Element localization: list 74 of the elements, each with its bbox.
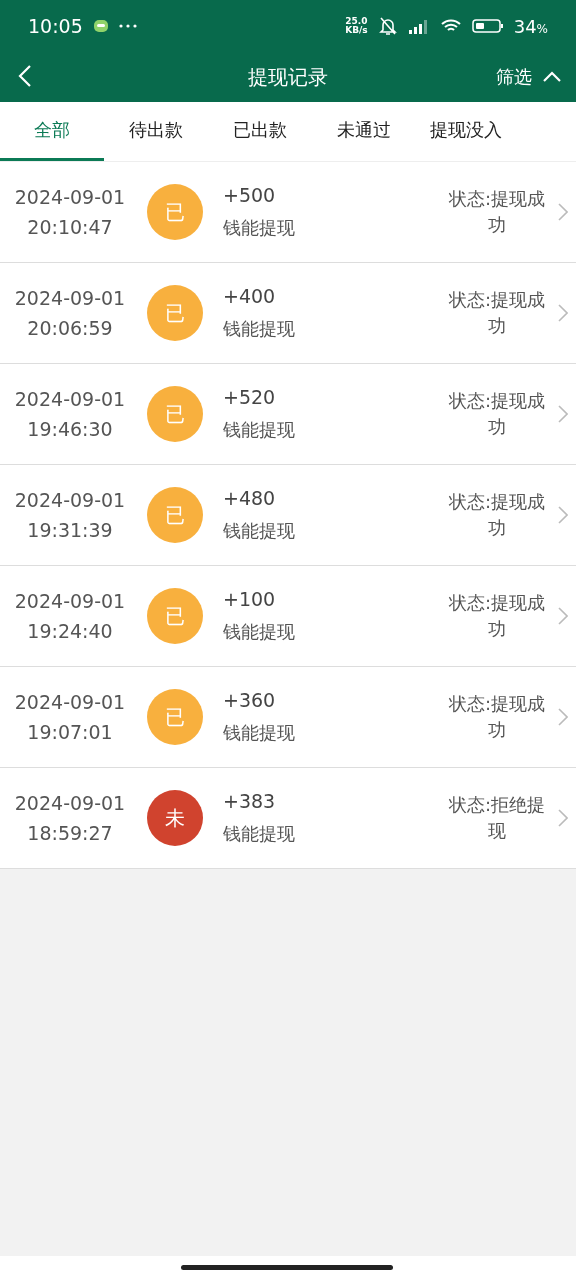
filter-tab[interactable]: 未通过 [312,102,416,161]
amount: +360 [223,689,277,711]
filter-tab[interactable]: 提现没入 [416,102,516,161]
record-row[interactable]: 2024-09-01 19:24:40 已 +100 钱能提现 状态:提现成功 [0,566,576,667]
record-type: 钱能提现 [223,721,296,745]
status-badge: 未 [147,790,203,846]
page-title: 提现记录 [248,64,328,89]
record-status: 状态:提现成功 [447,490,547,540]
record-row[interactable]: 2024-09-01 20:10:47 已 +500 钱能提现 状态:提现成功 [0,162,576,263]
caret-up-icon [542,71,562,83]
record-date: 2024-09-01 [14,489,126,511]
speed-unit: KB/s [345,26,368,35]
chevron-right-icon [558,506,568,524]
record-date: 2024-09-01 [14,792,126,814]
bell-muted-icon [377,16,398,36]
record-type: 钱能提现 [223,317,296,341]
record-time: 19:46:30 [27,418,113,440]
record-type: 钱能提现 [223,620,296,644]
record-date: 2024-09-01 [14,388,126,410]
record-date: 2024-09-01 [14,590,126,612]
record-type: 钱能提现 [223,519,296,543]
record-status: 状态:拒绝提现 [447,793,547,843]
speed-value: 25.0 [345,17,368,26]
record-status: 状态:提现成功 [447,389,547,439]
record-date: 2024-09-01 [14,691,126,713]
amount: +383 [223,790,277,812]
record-row[interactable]: 2024-09-01 19:07:01 已 +360 钱能提现 状态:提现成功 [0,667,576,768]
battery-percent: 34 [513,15,537,37]
amount: +480 [223,487,277,509]
amount: +100 [223,588,277,610]
status-badge: 已 [147,487,203,543]
record-type: 钱能提现 [223,216,296,240]
record-row[interactable]: 2024-09-01 18:59:27 未 +383 钱能提现 状态:拒绝提现 [0,768,576,869]
filter-tab[interactable]: 已出款 [208,102,312,161]
back-icon [18,63,32,88]
battery-icon [471,18,504,34]
record-time: 20:06:59 [27,317,113,339]
record-row[interactable]: 2024-09-01 19:46:30 已 +520 钱能提现 状态:提现成功 [0,364,576,465]
chevron-right-icon [558,405,568,423]
status-badge: 已 [147,285,203,341]
chevron-right-icon [558,203,568,221]
status-badge: 已 [147,386,203,442]
filter-button[interactable]: 筛选 [492,65,562,89]
status-badge: 已 [147,588,203,644]
record-status: 状态:提现成功 [447,288,547,338]
amount: +500 [223,184,277,206]
record-status: 状态:提现成功 [447,591,547,641]
record-date: 2024-09-01 [14,186,126,208]
status-badge: 已 [147,689,203,745]
status-time: 10:05 [28,15,83,37]
record-time: 20:10:47 [27,216,113,238]
chevron-right-icon [558,607,568,625]
record-date: 2024-09-01 [14,287,126,309]
chevron-right-icon [558,708,568,726]
chevron-right-icon [558,304,568,322]
percent-sign: % [536,21,548,36]
record-time: 19:24:40 [27,620,113,642]
record-row[interactable]: 2024-09-01 20:06:59 已 +400 钱能提现 状态:提现成功 [0,263,576,364]
record-time: 18:59:27 [27,822,113,844]
record-time: 19:31:39 [27,519,113,541]
record-type: 钱能提现 [223,418,296,442]
record-row[interactable]: 2024-09-01 19:31:39 已 +480 钱能提现 状态:提现成功 [0,465,576,566]
record-status: 状态:提现成功 [447,187,547,237]
record-time: 19:07:01 [27,721,113,743]
amount: +520 [223,386,277,408]
filter-tab[interactable]: 待出款 [104,102,208,161]
chevron-right-icon [558,809,568,827]
signal-icon [407,18,430,34]
amount: +400 [223,285,277,307]
status-badge: 已 [147,184,203,240]
record-type: 钱能提现 [223,822,296,846]
more-icon [118,24,137,28]
chat-icon [92,18,109,34]
record-status: 状态:提现成功 [447,692,547,742]
